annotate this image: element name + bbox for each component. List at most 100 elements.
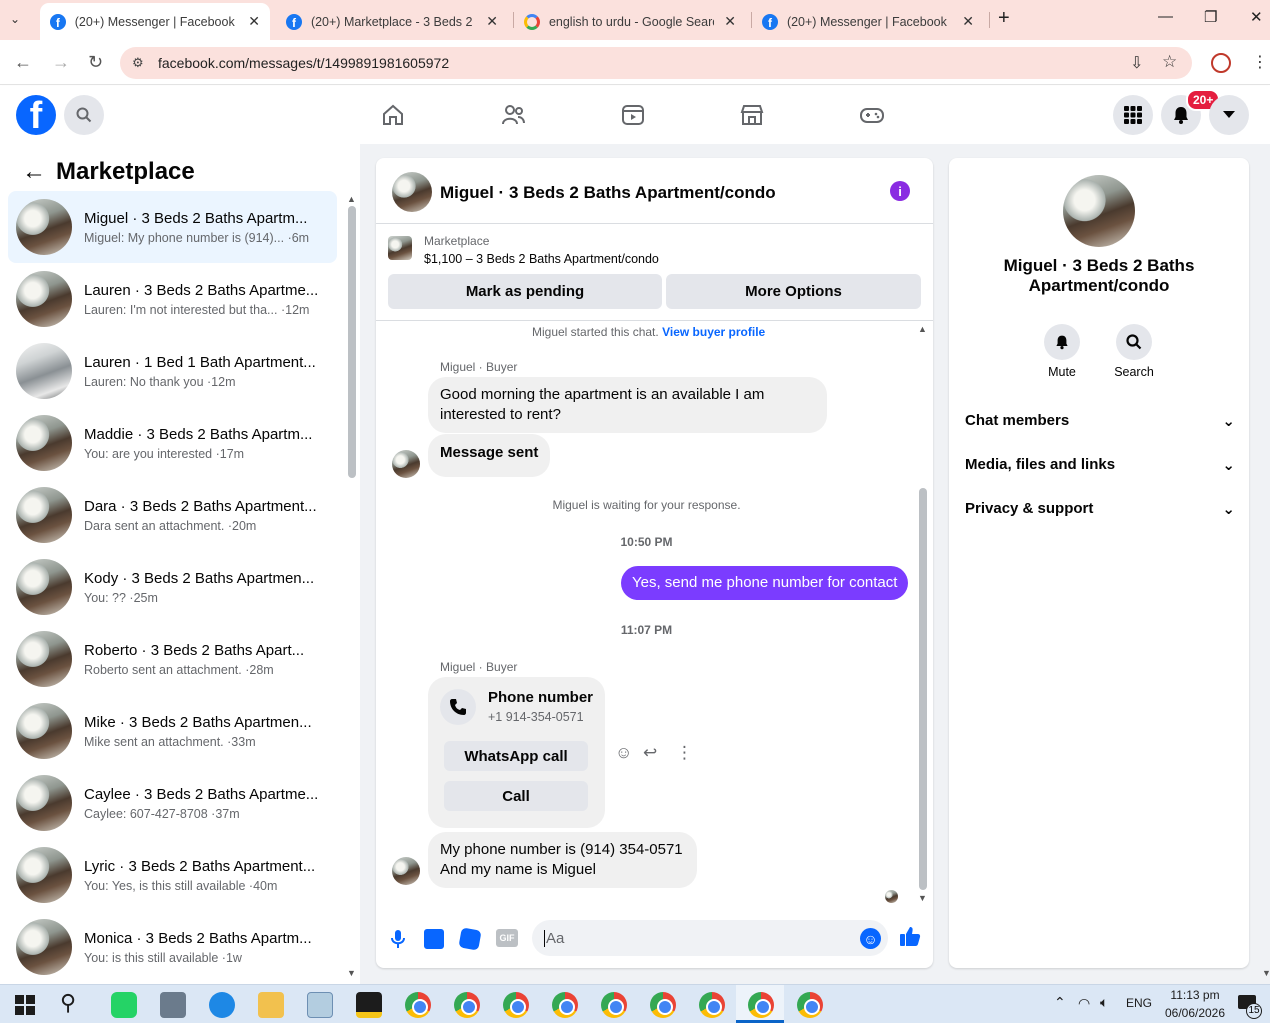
chat-title[interactable]: Miguel · 3 Beds 2 Baths Apartment/condo [440,183,776,203]
conversation-item[interactable]: Lauren · 3 Beds 2 Baths Apartme... Lauren… [8,263,337,335]
listing-thumbnail[interactable] [388,236,412,260]
chrome-icon[interactable] [454,992,480,1018]
sticky-notes-icon[interactable] [356,992,382,1018]
marketplace-icon[interactable] [739,102,765,128]
whatsapp-icon[interactable] [111,992,137,1018]
mark-pending-button[interactable]: Mark as pending [388,274,662,309]
scroll-down-icon[interactable]: ▼ [918,893,927,903]
chat-members-section[interactable]: Chat members ⌄ [965,412,1235,430]
search-chat-button[interactable] [1116,324,1152,360]
sender-avatar[interactable] [392,857,420,885]
tab-search-icon[interactable]: ⌄ [10,12,20,26]
search-button[interactable] [64,95,104,135]
my-message-bubble[interactable]: Yes, send me phone number for contact [621,566,909,600]
sticker-icon[interactable] [458,927,482,951]
conversation-item[interactable]: Caylee · 3 Beds 2 Baths Apartme... Caylee… [8,767,337,839]
network-icon[interactable]: ◠ [1078,995,1090,1012]
site-info-icon[interactable]: ⚙ [132,55,144,71]
chat-avatar[interactable] [392,172,432,212]
image-viewer-icon[interactable] [307,992,333,1018]
volume-icon[interactable]: 🔈︎ [1100,994,1108,1011]
react-icon[interactable]: ☺ [615,743,632,763]
view-buyer-profile-link[interactable]: View buyer profile [662,325,765,339]
file-explorer-icon[interactable] [258,992,284,1018]
bookmark-star-icon[interactable]: ☆ [1162,52,1177,72]
scroll-up-icon[interactable]: ▲ [347,194,356,204]
mute-button[interactable] [1044,324,1080,360]
taskbar-search-icon[interactable]: ⚲ [60,990,76,1016]
back-icon[interactable]: ← [14,52,32,73]
media-files-links-section[interactable]: Media, files and links ⌄ [965,456,1235,474]
account-button[interactable] [1209,95,1249,135]
listing-price[interactable]: $1,100 – 3 Beds 2 Baths Apartment/condo [424,252,659,266]
new-tab-icon[interactable]: + [998,7,1010,30]
chat-scrollbar[interactable] [919,488,927,890]
gaming-icon[interactable] [859,102,885,128]
clock-time[interactable]: 11:13 pm [1160,988,1230,1002]
message-bubble[interactable]: My phone number is (914) 354-0571 And my … [428,832,697,888]
install-icon[interactable]: ⇩ [1130,53,1143,73]
message-input[interactable] [532,920,888,956]
chrome-icon[interactable] [797,992,823,1018]
scroll-down-icon[interactable]: ▼ [1262,968,1270,978]
chrome-icon[interactable] [748,992,774,1018]
photo-icon[interactable] [424,929,444,949]
forward-icon[interactable]: → [52,52,70,73]
tab-marketplace[interactable]: f (20+) Marketplace - 3 Beds 2 Ba ✕ [276,3,508,40]
tab-messenger-2[interactable]: f (20+) Messenger | Facebook ✕ [752,3,984,40]
minimize-icon[interactable]: — [1158,8,1173,25]
conversation-item[interactable]: Lauren · 1 Bed 1 Bath Apartment... Lauren… [8,335,337,407]
info-avatar[interactable] [1063,175,1135,247]
tray-chevron-up-icon[interactable]: ⌃ [1054,994,1066,1011]
chrome-icon[interactable] [699,992,725,1018]
close-icon[interactable]: ✕ [486,13,498,30]
message-bubble[interactable]: Good morning the apartment is an availab… [428,377,827,433]
conversation-item[interactable]: Mike · 3 Beds 2 Baths Apartmen... Mike se… [8,695,337,767]
friends-icon[interactable] [500,102,526,128]
info-icon[interactable]: i [890,181,910,201]
menu-kebab-icon[interactable]: ⋮ [1252,52,1268,72]
whatsapp-call-button[interactable]: WhatsApp call [444,741,588,771]
close-icon[interactable]: ✕ [248,13,260,30]
tab-messenger-1[interactable]: f (20+) Messenger | Facebook ✕ [40,3,270,40]
call-button[interactable]: Call [444,781,588,811]
conversation-item[interactable]: Roberto · 3 Beds 2 Baths Apart... Roberto… [8,623,337,695]
scroll-down-icon[interactable]: ▼ [347,968,356,978]
chrome-icon[interactable] [503,992,529,1018]
reply-icon[interactable]: ↩ [643,743,657,763]
language-indicator[interactable]: ENG [1126,996,1152,1010]
conversation-item[interactable]: Dara · 3 Beds 2 Baths Apartment... Dara s… [8,479,337,551]
sender-avatar[interactable] [392,450,420,478]
emoji-icon[interactable]: ☺ [860,928,881,949]
more-options-button[interactable]: More Options [666,274,921,309]
conversation-item[interactable]: Miguel · 3 Beds 2 Baths Apartm... Miguel:… [8,191,337,263]
window-close-icon[interactable]: ✕ [1250,8,1263,26]
scroll-up-icon[interactable]: ▲ [918,324,927,334]
remote-icon[interactable] [209,992,235,1018]
restore-icon[interactable]: ❐ [1204,8,1217,26]
gif-icon[interactable]: GIF [496,929,518,947]
reload-icon[interactable]: ↻ [88,52,103,73]
like-icon[interactable] [899,925,921,953]
chrome-icon[interactable] [601,992,627,1018]
message-bubble[interactable]: Message sent [428,434,551,477]
start-icon[interactable] [15,995,35,1015]
profile-icon[interactable] [1211,53,1231,73]
chrome-icon[interactable] [405,992,431,1018]
close-icon[interactable]: ✕ [724,13,736,30]
back-arrow-icon[interactable]: ← [22,158,46,186]
conversation-item[interactable]: Maddie · 3 Beds 2 Baths Apartm... You: ar… [8,407,337,479]
calculator-icon[interactable] [160,992,186,1018]
chrome-icon[interactable] [552,992,578,1018]
tab-google-search[interactable]: english to urdu - Google Search ✕ [514,3,746,40]
video-icon[interactable] [620,102,646,128]
more-icon[interactable]: ⋮ [676,743,693,763]
conversation-item[interactable]: Kody · 3 Beds 2 Baths Apartmen... You: ??… [8,551,337,623]
chrome-icon[interactable] [650,992,676,1018]
conversation-item[interactable]: Monica · 3 Beds 2 Baths Apartm... You: is… [8,911,337,983]
conversation-item[interactable]: Lyric · 3 Beds 2 Baths Apartment... You: … [8,839,337,911]
microphone-icon[interactable] [390,928,406,950]
privacy-support-section[interactable]: Privacy & support ⌄ [965,500,1235,518]
home-icon[interactable] [380,102,406,128]
url-text[interactable]: facebook.com/messages/t/1499891981605972 [158,55,449,71]
